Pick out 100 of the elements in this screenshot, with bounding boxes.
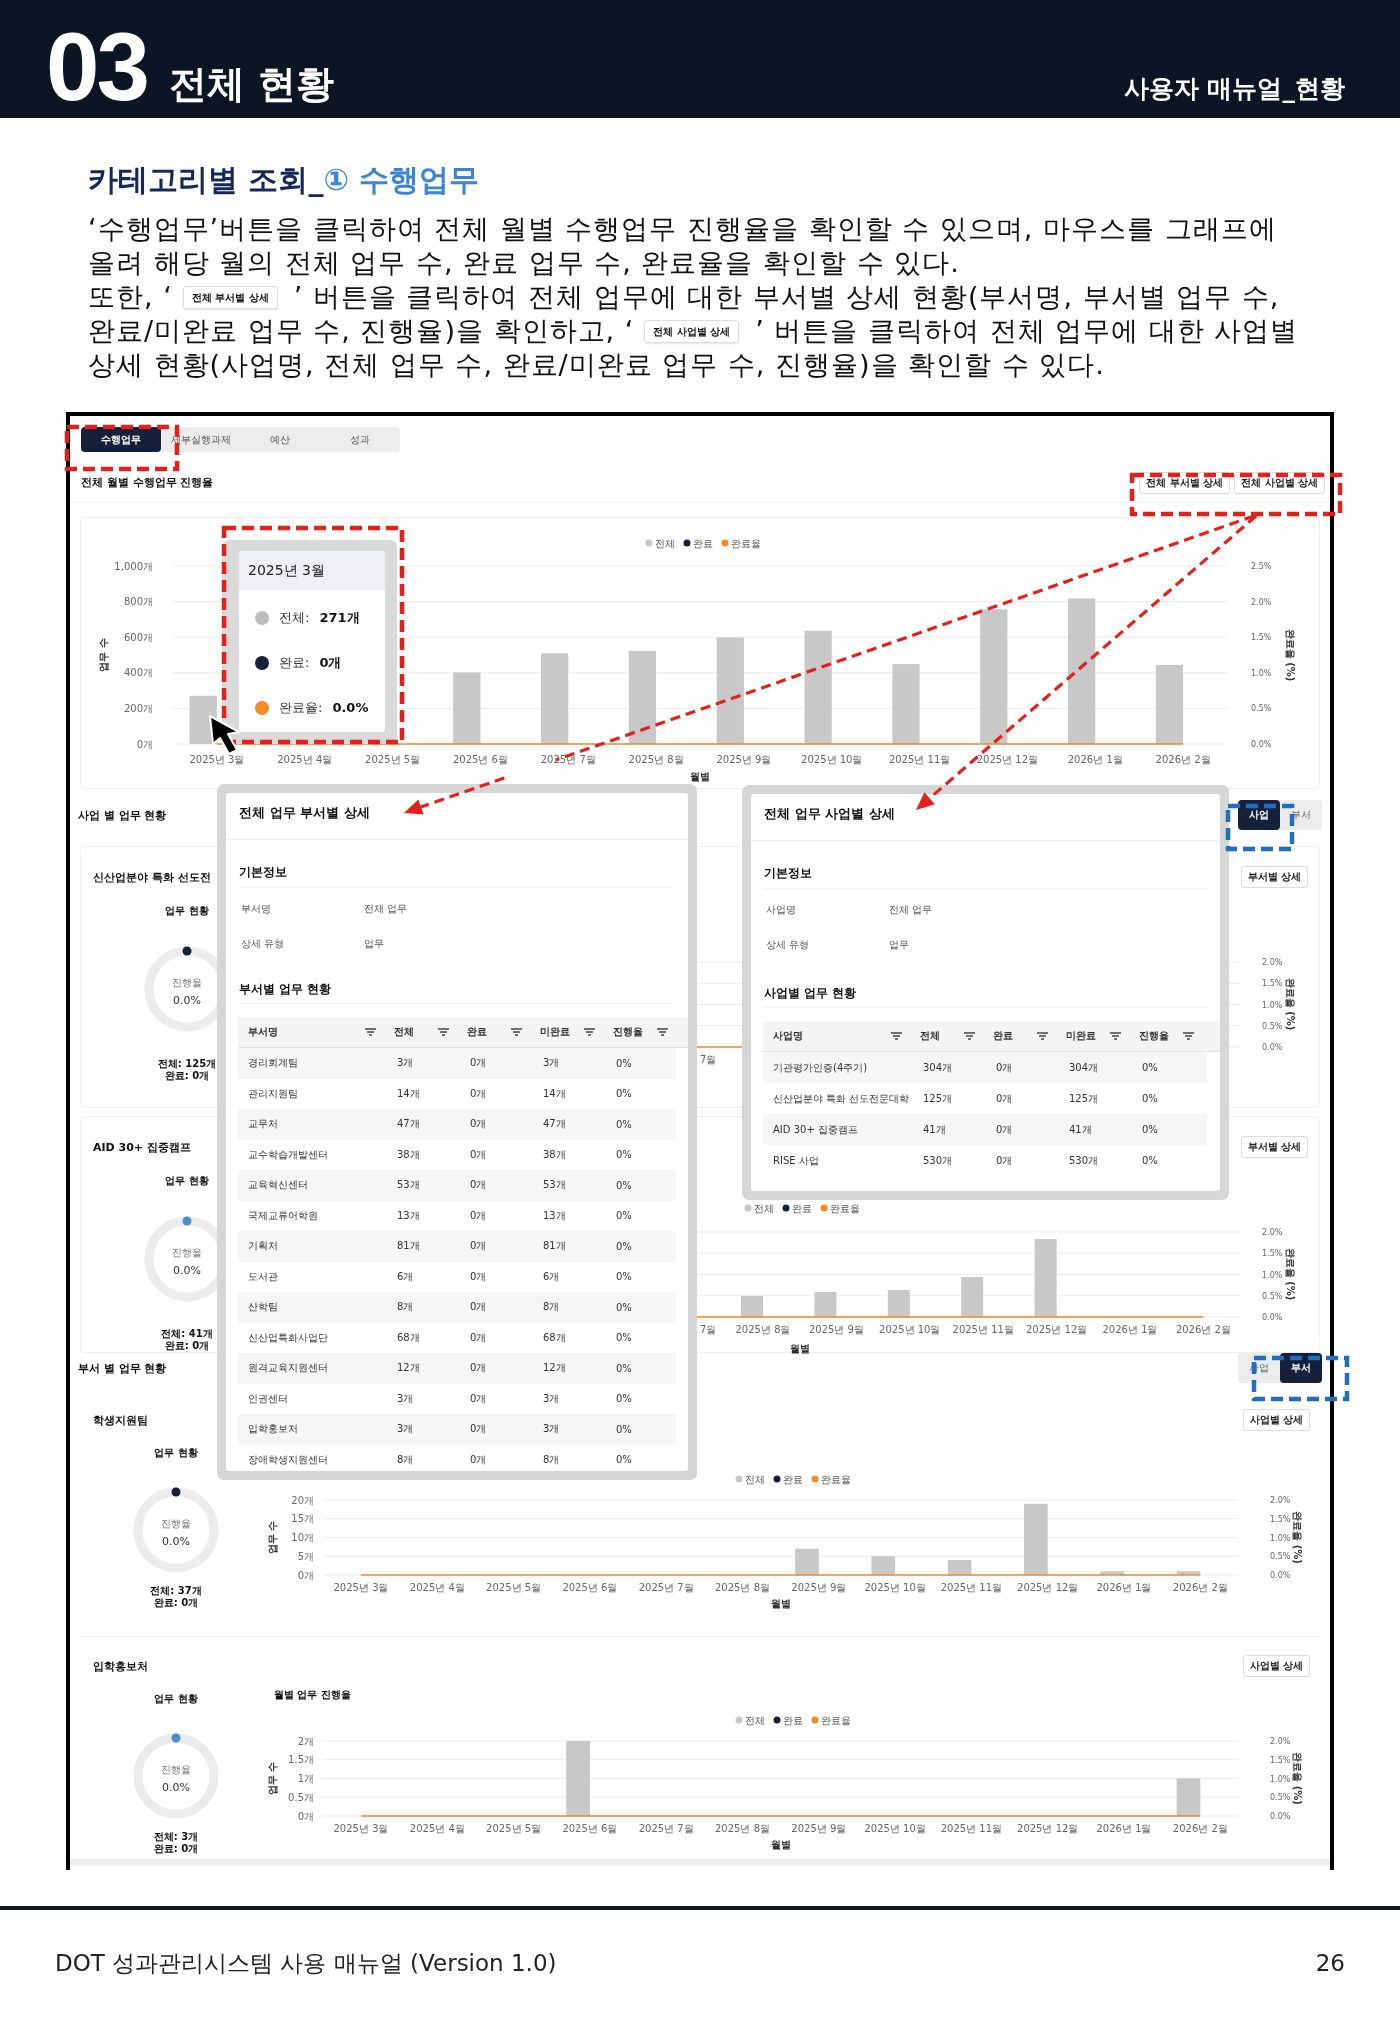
- card-title: 학생지원팀: [93, 1412, 148, 1428]
- y-tick-label: 1.0%: [1262, 1000, 1283, 1010]
- tooltip-title: 2025년 3월: [248, 561, 325, 580]
- section-heading: 기본정보: [764, 865, 813, 881]
- tooltip-value: 271개: [319, 608, 360, 627]
- x-tick-label: 2026년 1월: [1096, 1581, 1152, 1593]
- table-cell-text: 0%: [615, 1149, 633, 1161]
- table-cell-text: 68개: [396, 1330, 421, 1345]
- filter-icon[interactable]: [657, 1028, 668, 1036]
- table-cell-text: 0개: [469, 1361, 488, 1376]
- table-cell-text: 0%: [615, 1301, 633, 1313]
- x-tick-label: 2026년 2월: [1172, 1581, 1228, 1593]
- y-tick-label: 200개: [123, 702, 153, 714]
- section-heading: 부서 별 업무 현황: [78, 1360, 167, 1376]
- detail-button[interactable]: 부서별 상세: [1240, 866, 1308, 888]
- axis-title: 업무 수: [266, 1761, 278, 1796]
- table-cell-text: 기획처: [247, 1239, 279, 1254]
- x-tick-label: 2025년 11월: [940, 1581, 1003, 1593]
- bar: [1176, 1778, 1201, 1816]
- table-cell-text: 0개: [469, 1056, 488, 1071]
- info-value: 전체 업무: [889, 902, 933, 917]
- x-tick-label: 2025년 6월: [452, 753, 508, 765]
- tab[interactable]: 수행업무: [81, 427, 161, 452]
- filter-icon[interactable]: [1183, 1032, 1194, 1040]
- axis-title: 월별: [770, 1597, 791, 1609]
- filter-icon[interactable]: [1037, 1032, 1048, 1040]
- progress-value: 0.0%: [173, 1264, 201, 1277]
- table-cell-text: 81개: [542, 1239, 567, 1254]
- table-cell-text: 기관평가인증(4주기): [772, 1060, 869, 1075]
- table-cell-text: 산학팀: [247, 1300, 279, 1315]
- y-tick-label: 1.5%: [1270, 1755, 1291, 1765]
- table-cell-text: 0개: [469, 1300, 488, 1315]
- column-header: 사업명: [773, 1029, 803, 1043]
- y-tick-label: 2.0%: [1262, 958, 1283, 967]
- x-tick-label: 2026년 2월: [1155, 753, 1211, 765]
- table-cell-text: 3개: [542, 1422, 561, 1437]
- y-tick-label: 2.0%: [1270, 1737, 1291, 1746]
- x-tick-label: 2025년 12월: [1025, 1323, 1088, 1335]
- filter-icon[interactable]: [891, 1032, 902, 1040]
- table-cell-text: 0%: [1141, 1155, 1159, 1166]
- info-label: 상세 유형: [241, 936, 286, 951]
- x-tick-label: 2025년 9월: [808, 1323, 864, 1335]
- x-tick-label: 2025년 5월: [486, 1822, 542, 1834]
- info-value: 업무: [889, 937, 909, 952]
- table-cell-text: AID 30+ 집중캠프: [772, 1122, 859, 1137]
- y-tick-label: 0개: [297, 1569, 314, 1581]
- tab[interactable]: 세부실행과제: [160, 427, 241, 452]
- filter-icon[interactable]: [584, 1028, 595, 1036]
- x-tick-label: 2025년 3월: [333, 1822, 389, 1834]
- bar: [1100, 1571, 1124, 1575]
- x-tick-label: 2026년 1월: [1102, 1323, 1158, 1335]
- total-count: 전체: 125개: [157, 1058, 217, 1070]
- filter-icon[interactable]: [1110, 1032, 1121, 1040]
- table-cell-text: 530개: [922, 1153, 954, 1168]
- legend-label: 전체: [744, 1714, 765, 1726]
- toggle-tab[interactable]: 사업: [1238, 800, 1280, 830]
- table-cell-text: 0%: [615, 1210, 633, 1222]
- filter-icon[interactable]: [964, 1032, 975, 1040]
- description-text: ’ 버튼을 클릭하여 전체 업무에 대한 부서별 상세 현황(부서명, 부서별 업무 수,: [293, 280, 1280, 314]
- column-header: 미완료: [540, 1025, 570, 1039]
- filter-icon[interactable]: [511, 1028, 522, 1036]
- chapter-title: 전체 현황: [168, 62, 334, 106]
- table-cell-text: 0%: [615, 1057, 633, 1069]
- bar: [887, 1290, 910, 1317]
- table-cell-text: 신산업특화사업단: [247, 1330, 329, 1345]
- detail-button[interactable]: 사업별 상세: [1242, 1409, 1310, 1431]
- x-tick-label: 2026년 2월: [1172, 1822, 1228, 1834]
- axis-title: 완료율 (%): [1291, 1752, 1303, 1805]
- toggle-tab[interactable]: 부서: [1280, 800, 1322, 830]
- info-label: 사업명: [766, 902, 797, 917]
- axis-title: 완료율 (%): [1291, 1511, 1303, 1564]
- toggle-tab[interactable]: 부서: [1280, 1353, 1322, 1383]
- table-cell-text: 41개: [922, 1122, 947, 1137]
- column-header: 완료: [993, 1029, 1013, 1043]
- filter-icon[interactable]: [365, 1028, 376, 1036]
- table-cell-text: 0%: [615, 1088, 633, 1100]
- filter-icon[interactable]: [438, 1028, 449, 1036]
- progress-value: 0.0%: [162, 1535, 190, 1548]
- tab[interactable]: 예산: [240, 427, 321, 452]
- table-cell-text: 13개: [396, 1208, 421, 1223]
- tab[interactable]: 성과: [320, 427, 400, 452]
- detail-button[interactable]: 사업별 상세: [1242, 1655, 1310, 1677]
- y-tick-label: 1.5개: [288, 1754, 314, 1766]
- table-cell-text: 53개: [396, 1178, 421, 1193]
- section-subtitle: ① 수행업무: [323, 162, 480, 197]
- x-tick-label: 2025년 3월: [333, 1581, 389, 1593]
- y-tick-label: 0.5개: [288, 1791, 314, 1803]
- detail-button[interactable]: 부서별 상세: [1240, 1136, 1308, 1158]
- done-count: 완료: 0개: [153, 1597, 199, 1609]
- description-text: 상세 현황(사업명, 전체 업무 수, 완료/미완료 업무 수, 진행율)을 확인할 수 있다.: [88, 348, 1105, 382]
- tooltip-label: 완료:: [279, 653, 310, 672]
- axis-title: 완료율 (%): [1284, 977, 1296, 1031]
- x-tick-label: 2025년 10월: [801, 753, 863, 765]
- y-tick-label: 0.0%: [1262, 1043, 1283, 1052]
- progress-label: 진행율: [172, 977, 202, 988]
- footer-title: DOT 성과관리시스템 사용 매뉴얼 (Version 1.0): [55, 1949, 557, 1978]
- legend-label: 완료율: [820, 1473, 851, 1485]
- x-tick-label: 2026년 1월: [1096, 1822, 1152, 1834]
- table-cell-text: 관리지원팀: [247, 1086, 299, 1101]
- status-label: 업무 현황: [165, 1174, 209, 1188]
